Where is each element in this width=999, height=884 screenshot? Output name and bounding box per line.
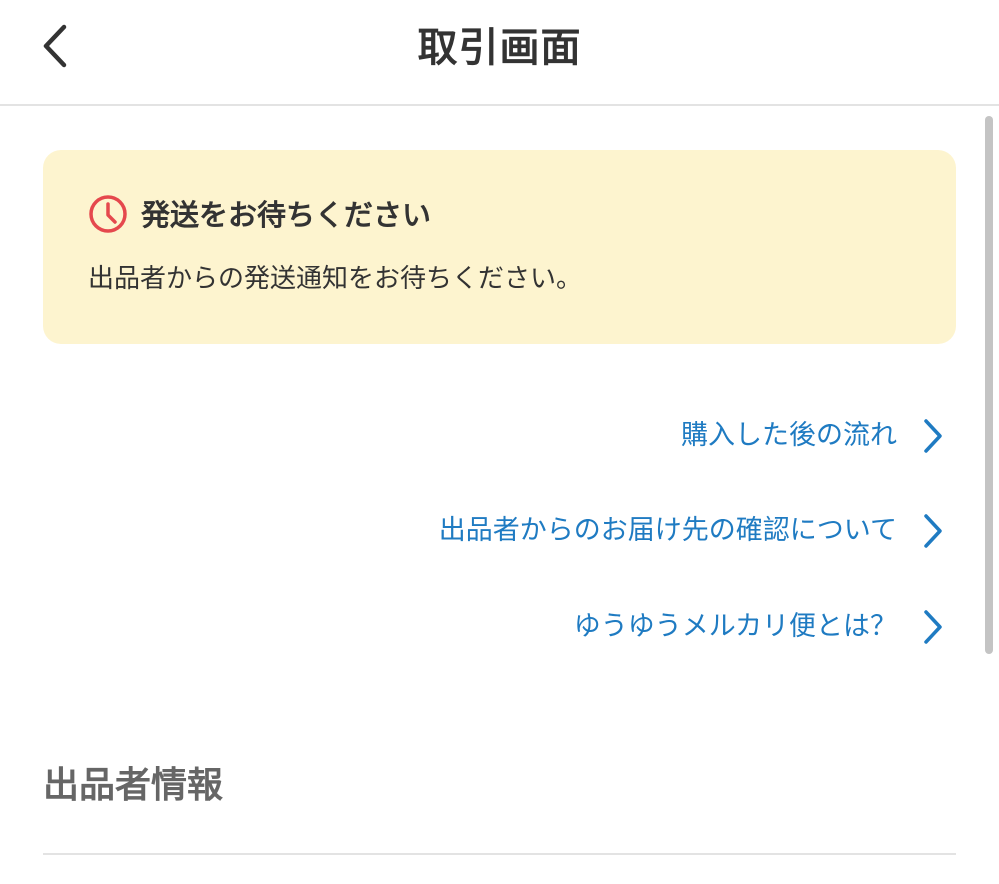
chevron-right-icon (924, 610, 942, 644)
seller-info-heading: 出品者情報 (43, 765, 224, 806)
page-title: 取引画面 (417, 25, 582, 71)
transaction-screen: 取引画面 発送をお待ちください 出品者からの発送通知をお待ちください。 購入した… (0, 0, 999, 884)
section-divider (43, 853, 956, 855)
link-after-purchase-flow[interactable]: 購入した後の流れ (681, 413, 945, 459)
link-label: 出品者からのお届け先の確認について (438, 515, 897, 546)
link-label: ゆうゆうメルカリ便とは？ (573, 611, 897, 642)
chevron-right-icon (924, 514, 942, 548)
shipping-wait-notice: 発送をお待ちください 出品者からの発送通知をお待ちください。 (43, 150, 956, 344)
header-bar: 取引画面 (0, 0, 999, 106)
chevron-right-icon (924, 419, 942, 453)
scrollbar[interactable] (985, 116, 993, 654)
notice-title: 発送をお待ちください (141, 198, 432, 232)
link-label: 購入した後の流れ (681, 420, 897, 451)
link-yuyu-mercari-bin[interactable]: ゆうゆうメルカリ便とは？ (574, 604, 945, 650)
notice-message: 出品者からの発送通知をお待ちください。 (88, 264, 583, 294)
clock-icon (89, 195, 127, 233)
link-delivery-address-confirmation[interactable]: 出品者からのお届け先の確認について (439, 508, 945, 554)
